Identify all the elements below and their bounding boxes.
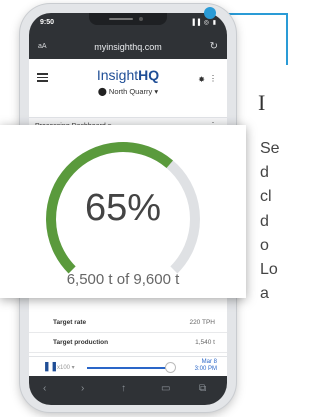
bookmarks-icon[interactable]: ▭ — [161, 383, 170, 394]
playback-timestamp: Mar 8 3:00 PM — [195, 359, 217, 373]
brand-name-bold: HQ — [138, 67, 160, 83]
playback-time: 3:00 PM — [194, 366, 217, 372]
browser-address-bar[interactable]: aA myinsighthq.com ↻ — [29, 35, 227, 59]
side-text-line-2: d — [260, 164, 269, 181]
brand-name-plain: Insight — [96, 67, 139, 83]
pause-icon[interactable]: ❚❚ — [43, 361, 58, 372]
brand-logo: InsightHQ — [29, 67, 227, 83]
metric-label: Target rate — [53, 319, 87, 326]
side-text-line-7: a — [260, 285, 269, 302]
camera-dot — [139, 17, 143, 21]
forward-icon[interactable]: › — [81, 383, 84, 394]
metric-value: 220 TPH — [189, 319, 215, 326]
metric-label: Target production — [53, 339, 109, 346]
status-time: 9:50 — [40, 19, 55, 26]
gauge-detail: 6,500 t of 9,600 t — [66, 271, 180, 288]
phone-notch — [89, 13, 167, 25]
url-text[interactable]: myinsighthq.com — [29, 42, 227, 52]
metric-value: 1,540 t — [195, 339, 215, 346]
location-pin-icon: ⬤ — [97, 87, 107, 96]
browser-toolbar: ‹ › ↑ ▭ ⧉ — [29, 376, 227, 405]
playback-speed-selector[interactable]: x100 ▾ — [57, 364, 75, 371]
side-text-line-1: Se — [260, 140, 280, 157]
playback-track[interactable] — [87, 367, 175, 369]
side-text-line-3: cl — [260, 188, 272, 205]
more-options-icon[interactable]: ⋮ — [209, 74, 217, 83]
playback-date: Mar 8 — [201, 359, 217, 365]
reload-icon[interactable]: ↻ — [210, 41, 218, 52]
bug-icon[interactable]: ✸ — [198, 75, 205, 84]
side-text-line-4: d — [260, 213, 269, 230]
status-icons: ▐▐ ◎ ▮ — [190, 20, 217, 26]
side-text-line-5: o — [260, 237, 269, 254]
app-header: InsightHQ ✸ ⋮ ⬤ North Quarry ▾ — [29, 59, 227, 117]
gauge-percent: 65% — [84, 187, 162, 229]
callout-dot — [204, 7, 216, 19]
location-selector[interactable]: ⬤ North Quarry ▾ — [29, 87, 227, 96]
chevron-down-icon: ▾ — [154, 87, 159, 96]
metric-row: Target rate 220 TPH — [29, 313, 227, 333]
playback-slider-handle[interactable] — [165, 362, 177, 373]
tabs-icon[interactable]: ⧉ — [199, 383, 206, 394]
status-bar: 9:50 ▐▐ ◎ ▮ — [29, 13, 227, 35]
metric-row: Target production 1,540 t — [29, 333, 227, 353]
side-heading: I — [258, 90, 266, 115]
speaker-grille — [109, 18, 133, 20]
gauge-callout-card: 65% 6,500 t of 9,600 t — [0, 125, 246, 298]
callout-connector-vertical — [286, 13, 288, 65]
location-name: North Quarry — [108, 87, 153, 96]
back-icon[interactable]: ‹ — [43, 383, 46, 394]
playback-bar: ❚❚ x100 ▾ Mar 8 3:00 PM — [29, 356, 227, 376]
share-icon[interactable]: ↑ — [121, 383, 126, 394]
side-text-line-6: Lo — [260, 261, 278, 278]
